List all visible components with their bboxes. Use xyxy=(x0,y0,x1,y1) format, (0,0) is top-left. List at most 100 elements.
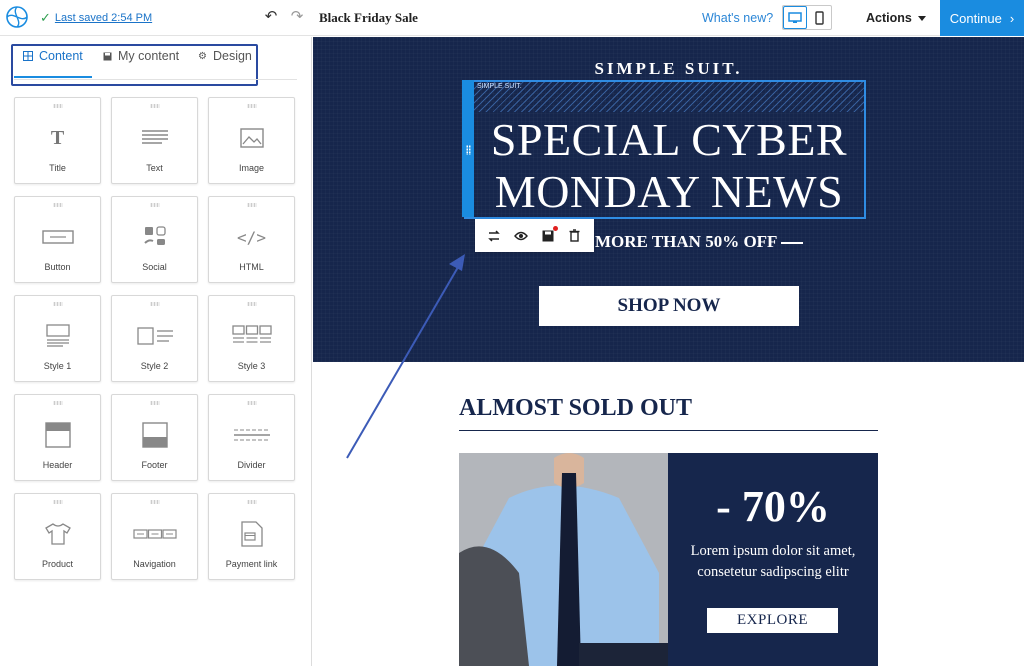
promo-body-text: Lorem ipsum dolor sit amet, consetetur s… xyxy=(690,543,856,580)
block-label: Style 1 xyxy=(43,361,72,371)
headline-line-1: SPECIAL CYBER xyxy=(490,114,848,165)
block-image[interactable]: Image xyxy=(208,97,295,184)
move-block-button[interactable] xyxy=(486,228,502,244)
drag-handle-icon xyxy=(150,401,160,405)
style2-icon xyxy=(112,324,197,348)
hero-section[interactable]: SIMPLE SUIT. SIMPLE SUIT. SPECIAL CYBER … xyxy=(313,37,1024,362)
block-label: HTML xyxy=(239,262,264,272)
swap-icon xyxy=(488,229,501,242)
offer-text: MORE THAN 50% OFF xyxy=(595,232,778,251)
block-footer[interactable]: Footer xyxy=(111,394,198,481)
block-label: Style 3 xyxy=(237,361,266,371)
block-label: Text xyxy=(146,163,163,173)
save-block-button[interactable] xyxy=(540,225,558,244)
footer-icon xyxy=(112,422,197,448)
drag-handle-icon xyxy=(150,104,160,108)
text-icon xyxy=(112,126,197,150)
tab-content[interactable]: Content xyxy=(23,49,83,63)
block-style-1[interactable]: Style 1 xyxy=(14,295,101,382)
block-social[interactable]: Social xyxy=(111,196,198,283)
desktop-view-button[interactable] xyxy=(783,6,808,29)
mobile-icon xyxy=(814,10,824,25)
check-icon: ✓ xyxy=(40,10,51,25)
promo-panel[interactable]: - 70% Lorem ipsum dolor sit amet, conset… xyxy=(668,453,878,666)
content-blocks-grid: T Title Text Image Button Social </> HTM… xyxy=(14,97,296,580)
block-label: Header xyxy=(42,460,73,470)
button-icon xyxy=(15,225,100,249)
selection-stripe xyxy=(466,82,864,112)
delete-block-button[interactable] xyxy=(567,228,583,244)
block-html[interactable]: </> HTML xyxy=(208,196,295,283)
block-label: Image xyxy=(238,163,264,173)
block-navigation[interactable]: Navigation xyxy=(111,493,198,580)
mobile-view-button[interactable] xyxy=(807,6,831,29)
block-label: Button xyxy=(44,262,71,272)
block-label: Product xyxy=(41,559,74,569)
block-text[interactable]: Text xyxy=(111,97,198,184)
shop-now-button[interactable]: SHOP NOW xyxy=(539,286,799,326)
drag-handle-icon xyxy=(53,401,63,405)
title-icon: T xyxy=(50,126,65,149)
section-title[interactable]: ALMOST SOLD OUT xyxy=(459,395,692,422)
continue-button[interactable]: Continue › xyxy=(940,0,1024,36)
eye-icon xyxy=(514,231,529,240)
payment-link-icon xyxy=(209,521,294,547)
block-label: Footer xyxy=(141,460,168,470)
product-photo[interactable] xyxy=(459,453,668,666)
sidebar: Content My content ⚙ Design T Title Text… xyxy=(0,37,312,666)
block-label: Payment link xyxy=(225,559,278,569)
drag-handle-icon xyxy=(150,203,160,207)
block-style-3[interactable]: Style 3 xyxy=(208,295,295,382)
preview-block-button[interactable] xyxy=(513,228,529,244)
whats-new-link[interactable]: What's new? xyxy=(702,11,773,25)
desktop-icon xyxy=(788,11,802,23)
block-header[interactable]: Header xyxy=(14,394,101,481)
tab-label: My content xyxy=(118,49,180,63)
document-title: Black Friday Sale xyxy=(319,10,418,25)
redo-icon[interactable]: ↷ xyxy=(289,8,305,26)
code-icon: </> xyxy=(237,227,266,247)
notification-dot xyxy=(552,225,558,231)
block-divider[interactable]: Divider xyxy=(208,394,295,481)
caret-down-icon xyxy=(917,15,926,21)
decorative-dash xyxy=(781,242,803,244)
actions-label: Actions xyxy=(866,11,912,25)
tab-design[interactable]: ⚙ Design xyxy=(198,49,252,63)
drag-handle-icon xyxy=(247,302,257,306)
image-icon xyxy=(209,126,294,150)
block-payment-link[interactable]: Payment link xyxy=(208,493,295,580)
navigation-icon xyxy=(112,522,197,546)
last-saved-label: Last saved 2:54 PM xyxy=(54,12,153,24)
section-divider xyxy=(459,430,878,431)
brand-name: SIMPLE SUIT. xyxy=(594,59,743,78)
block-label: Title xyxy=(49,163,66,173)
drag-handle-icon xyxy=(247,104,257,108)
block-product[interactable]: Product xyxy=(14,493,101,580)
block-title[interactable]: T Title xyxy=(14,97,101,184)
app-logo-icon[interactable] xyxy=(5,5,29,29)
block-label: Divider xyxy=(237,460,266,470)
last-saved-link[interactable]: ✓ Last saved 2:54 PM xyxy=(40,10,152,26)
drag-handle-icon xyxy=(53,203,63,207)
tab-my-content[interactable]: My content xyxy=(103,49,179,63)
drag-handle-icon xyxy=(53,500,63,504)
block-toolbar xyxy=(475,219,594,252)
undo-icon[interactable]: ↶ xyxy=(263,8,279,26)
block-style-2[interactable]: Style 2 xyxy=(111,295,198,382)
active-tab-indicator xyxy=(14,76,92,78)
style1-icon xyxy=(15,324,100,348)
headline[interactable]: SPECIAL CYBER MONDAY NEWS xyxy=(473,114,865,218)
tshirt-icon xyxy=(15,522,100,546)
chevron-right-icon: › xyxy=(1009,10,1015,26)
trash-icon xyxy=(569,229,580,242)
actions-menu[interactable]: Actions xyxy=(866,11,926,25)
drag-handle-icon xyxy=(150,302,160,306)
drag-handle-icon xyxy=(466,145,471,155)
social-icon xyxy=(112,225,197,249)
header-icon xyxy=(15,422,100,448)
grid-icon xyxy=(23,51,33,61)
top-bar: ✓ Last saved 2:54 PM ↶ ↷ Black Friday Sa… xyxy=(0,0,1024,36)
block-button[interactable]: Button xyxy=(14,196,101,283)
explore-button[interactable]: EXPLORE xyxy=(707,608,838,633)
man-in-shirt-image xyxy=(459,453,668,666)
